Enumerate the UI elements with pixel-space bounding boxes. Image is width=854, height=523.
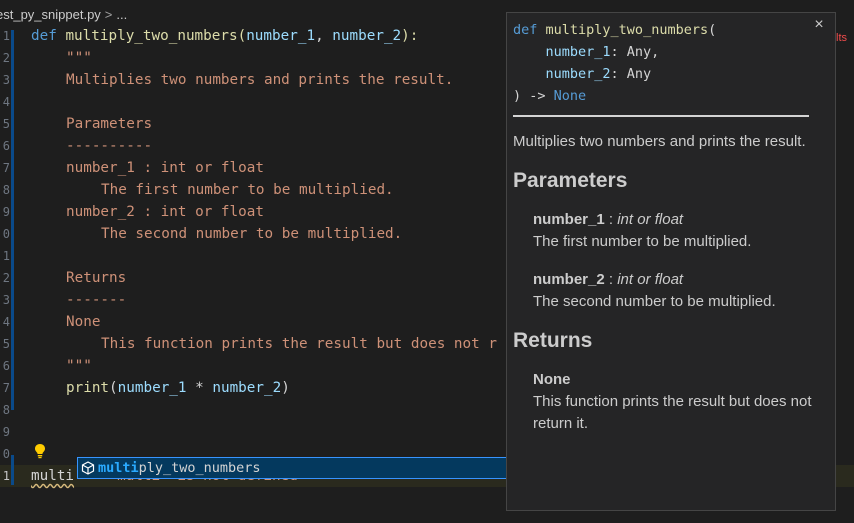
code-line-6[interactable]: ----------: [66, 135, 152, 157]
param-number-1: number_1 : int or float The first number…: [533, 211, 752, 250]
code-line-15[interactable]: This function prints the result but does…: [101, 333, 497, 355]
line-number: 5: [2, 117, 10, 131]
code-line-16[interactable]: """: [66, 355, 92, 377]
line-number: 1: [2, 469, 10, 483]
line-number: 2: [2, 51, 10, 65]
code-line-2[interactable]: """: [66, 47, 92, 69]
breadcrumb-more[interactable]: ...: [116, 7, 127, 22]
line-number: 4: [2, 95, 10, 109]
code-line-8[interactable]: The first number to be multiplied.: [101, 179, 394, 201]
cube-icon: [81, 461, 95, 475]
line-number: 8: [2, 183, 10, 197]
code-line-17[interactable]: print(number_1 * number_2): [66, 377, 290, 399]
typed-text[interactable]: multi: [31, 468, 74, 484]
code-line-1[interactable]: def multiply_two_numbers(number_1, numbe…: [31, 25, 418, 47]
modified-lines-indicator: [11, 455, 14, 485]
line-number: 3: [2, 293, 10, 307]
line-number: 8: [2, 403, 10, 417]
docstring: Multiplies two numbers and prints the re…: [513, 131, 818, 435]
code-line-13[interactable]: -------: [66, 289, 126, 311]
code-line-9[interactable]: number_2 : int or float: [66, 201, 264, 223]
returns-heading: Returns: [513, 329, 593, 352]
code-line-14[interactable]: None: [66, 311, 100, 333]
line-number: 9: [2, 425, 10, 439]
line-number: 4: [2, 315, 10, 329]
chevron-right-icon: >: [104, 7, 113, 22]
function-signature: def multiply_two_numbers( number_1: Any,…: [513, 22, 717, 104]
code-line-5[interactable]: Parameters: [66, 113, 152, 135]
breadcrumb-file[interactable]: est_py_snippet.py: [0, 7, 101, 22]
suggestion-label: multiply_two_numbers: [98, 460, 261, 476]
line-number: 7: [2, 381, 10, 395]
suggestion-item[interactable]: multiply_two_numbers: [77, 457, 507, 479]
lightbulb-icon[interactable]: [33, 443, 47, 459]
line-number: 6: [2, 139, 10, 153]
line-number: 3: [2, 73, 10, 87]
code-line-7[interactable]: number_1 : int or float: [66, 157, 264, 179]
line-number: 1: [2, 249, 10, 263]
divider: [513, 115, 809, 117]
params-heading: Parameters: [513, 169, 628, 192]
doc-summary: Multiplies two numbers and prints the re…: [513, 133, 806, 150]
line-number: 0: [2, 447, 10, 461]
line-number: 1: [2, 29, 10, 43]
close-icon[interactable]: ×: [811, 17, 827, 33]
line-number: 0: [2, 227, 10, 241]
param-number-2: number_2 : int or float The second numbe…: [533, 271, 776, 310]
hover-docs-popup: def multiply_two_numbers( number_1: Any,…: [506, 12, 836, 511]
line-number: 5: [2, 337, 10, 351]
modified-lines-indicator: [11, 30, 14, 410]
line-number: 9: [2, 205, 10, 219]
line-number: 2: [2, 271, 10, 285]
line-number: 6: [2, 359, 10, 373]
return-value: None This function prints the result but…: [533, 371, 812, 432]
code-line-3[interactable]: Multiplies two numbers and prints the re…: [66, 69, 453, 91]
code-line-12[interactable]: Returns: [66, 267, 126, 289]
line-number: 7: [2, 161, 10, 175]
code-line-10[interactable]: The second number to be multiplied.: [101, 223, 402, 245]
